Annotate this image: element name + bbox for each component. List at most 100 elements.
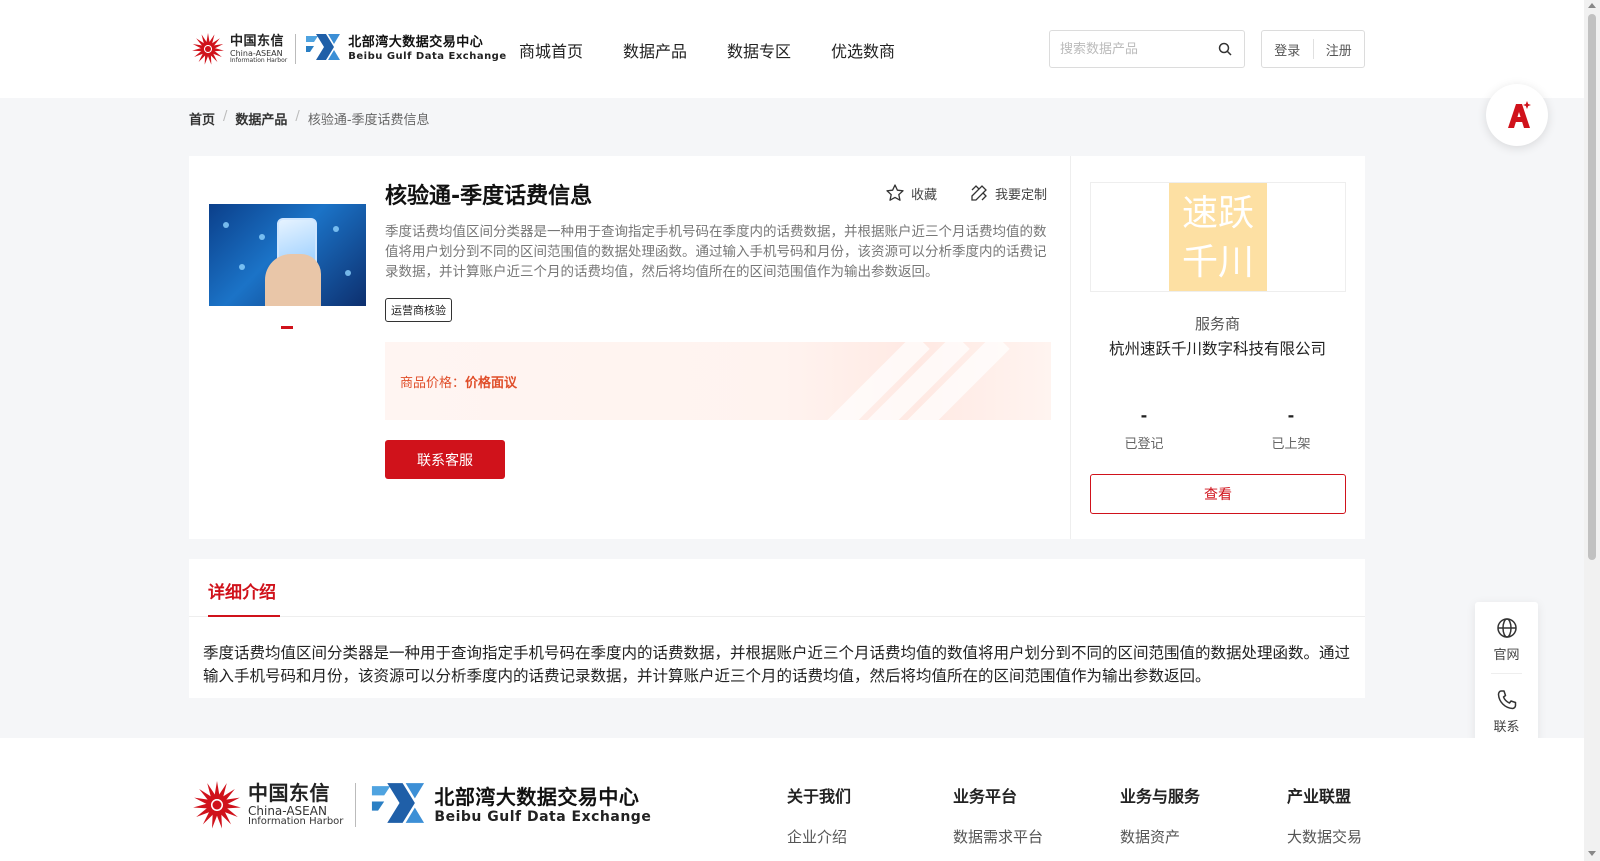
collect-button[interactable]: 收藏 [885, 183, 937, 203]
customize-button[interactable]: 我要定制 [969, 183, 1047, 203]
side-divider [1491, 673, 1522, 674]
product-tag: 运营商核验 [385, 298, 452, 322]
image-dot [333, 226, 339, 232]
beibu-gulf-logo-icon [304, 32, 342, 66]
search-input[interactable] [1050, 31, 1210, 67]
scroll-up-arrow-icon[interactable] [1588, 3, 1596, 8]
registered-value: - [1140, 406, 1148, 425]
star-icon [886, 184, 904, 201]
detail-tabbar: 详细介绍 [189, 559, 1365, 617]
footer-link[interactable]: 大数据交易 [1287, 826, 1362, 847]
image-dot [345, 270, 351, 276]
scrollbar-thumb[interactable] [1588, 14, 1596, 560]
product-description: 季度话费均值区间分类器是一种用于查询指定手机号码在季度内的话费数据，并根据账户近… [385, 224, 1047, 280]
footer-beibu-gulf-brand: 北部湾大数据交易中心 Beibu Gulf Data Exchange [434, 787, 651, 824]
footer-china-asean-brand: 中国东信 China-ASEAN Information Harbor [248, 783, 343, 827]
detail-text: 季度话费均值区间分类器是一种用于查询指定手机号码在季度内的话费数据，并根据账户近… [203, 644, 1351, 685]
detail-section: 详细介绍 季度话费均值区间分类器是一种用于查询指定手机号码在季度内的话费数据，并… [189, 559, 1365, 698]
tab-active-underline [208, 615, 280, 617]
breadcrumb-separator: / [295, 109, 300, 124]
brand2-cn: 北部湾大数据交易中心 [348, 35, 484, 50]
nav-preferred-merchants[interactable]: 优选数商 [831, 38, 895, 62]
brand2-en: Beibu Gulf Data Exchange [348, 51, 507, 62]
contact-label: 联系 [1493, 720, 1520, 735]
official-site-button[interactable]: 官网 [1475, 616, 1538, 663]
search-box [1049, 30, 1245, 68]
provider-logo-line1: 速跃 [1181, 193, 1254, 234]
china-asean-sun-logo-icon [190, 778, 244, 832]
customize-label: 我要定制 [995, 187, 1048, 203]
register-button[interactable]: 注册 [1314, 40, 1365, 59]
provider-logo-mark: 速跃 千川 [1169, 183, 1267, 291]
auth-group: 登录 注册 [1261, 30, 1365, 68]
product-title: 核验通-季度话费信息 [385, 184, 593, 209]
price-label: 商品价格： [400, 376, 466, 391]
customize-icon [971, 185, 987, 201]
carousel-indicator[interactable] [281, 326, 293, 329]
breadcrumb-home[interactable]: 首页 [189, 109, 215, 128]
search-icon[interactable] [1218, 42, 1232, 56]
footer-brand2-en: Beibu Gulf Data Exchange [434, 808, 652, 825]
site-footer: 中国东信 China-ASEAN Information Harbor 北部湾大… [0, 738, 1584, 861]
footer-col-about: 关于我们 企业介绍 [787, 783, 851, 847]
china-asean-sun-logo-icon [190, 31, 226, 67]
provider-logo-line2: 千川 [1181, 242, 1254, 283]
footer-col-alliance: 产业联盟 大数据交易 [1287, 783, 1362, 847]
footer-brand2-cn: 北部湾大数据交易中心 [434, 784, 640, 809]
footer-link[interactable]: 数据资产 [1120, 826, 1200, 847]
footer-col-services: 业务与服务 数据资产 [1120, 783, 1200, 847]
site-header: 中国东信 China-ASEAN Information Harbor 北部湾大… [0, 0, 1584, 98]
footer-link[interactable]: 企业介绍 [787, 826, 851, 847]
footer-col-heading: 业务与服务 [1120, 787, 1201, 806]
listed-label: 已上架 [1271, 437, 1311, 452]
beibu-gulf-logo-icon [368, 780, 428, 830]
provider-logo: 速跃 千川 [1090, 182, 1346, 292]
tab-detail-intro[interactable]: 详细介绍 [208, 578, 276, 603]
official-site-label: 官网 [1493, 648, 1520, 663]
image-dot [259, 234, 265, 240]
globe-icon [1496, 618, 1517, 638]
ai-assistant-button[interactable] [1486, 84, 1548, 146]
collect-label: 收藏 [911, 187, 938, 203]
footer-col-heading: 产业联盟 [1287, 787, 1352, 806]
nav-data-zone[interactable]: 数据专区 [727, 38, 791, 62]
footer-logo: 中国东信 China-ASEAN Information Harbor 北部湾大… [190, 776, 651, 834]
nav-data-products[interactable]: 数据产品 [623, 38, 687, 62]
ai-assistant-icon [1508, 101, 1531, 128]
footer-link[interactable]: 数据需求平台 [953, 826, 1043, 847]
beibu-gulf-brand: 北部湾大数据交易中心 Beibu Gulf Data Exchange [348, 36, 506, 62]
price-text: 商品价格：价格面议 [400, 372, 517, 391]
price-box: 商品价格：价格面议 [385, 342, 1051, 420]
brand1-cn: 中国东信 [230, 33, 285, 49]
breadcrumb-separator: / [223, 109, 228, 124]
provider-type-label: 服务商 [1194, 315, 1240, 333]
phone-icon [1497, 690, 1516, 710]
listed-value: - [1287, 406, 1295, 425]
footer-brand1-en2: Information Harbor [248, 816, 344, 827]
contact-button[interactable]: 联系 [1475, 688, 1538, 735]
footer-col-heading: 关于我们 [787, 787, 852, 806]
main-nav: 商城首页 数据产品 数据专区 优选数商 [519, 38, 895, 62]
nav-mall-home[interactable]: 商城首页 [519, 38, 583, 62]
breadcrumb-current: 核验通-季度话费信息 [307, 113, 430, 128]
page-scrollbar[interactable] [1584, 0, 1600, 861]
scroll-down-arrow-icon[interactable] [1588, 851, 1596, 856]
breadcrumb: 首页 / 数据产品 / 核验通-季度话费信息 [189, 109, 430, 128]
registered-label: 已登记 [1124, 437, 1164, 452]
product-image[interactable] [209, 204, 366, 306]
side-float-panel: 官网 联系 [1475, 602, 1538, 744]
logo-divider [295, 34, 297, 64]
china-asean-brand: 中国东信 China-ASEAN Information Harbor [230, 35, 287, 64]
site-logo[interactable]: 中国东信 China-ASEAN Information Harbor 北部湾大… [190, 30, 507, 68]
listed-stat: - 已上架 [1241, 406, 1341, 452]
registered-stat: - 已登记 [1094, 406, 1194, 452]
breadcrumb-data-products[interactable]: 数据产品 [235, 109, 287, 128]
footer-col-heading: 业务平台 [953, 787, 1018, 806]
footer-col-platform: 业务平台 数据需求平台 [953, 783, 1043, 847]
contact-service-button[interactable]: 联系客服 [385, 440, 505, 479]
login-button[interactable]: 登录 [1262, 40, 1313, 59]
image-dot [223, 222, 229, 228]
image-dot [239, 264, 245, 270]
view-provider-button[interactable]: 查看 [1090, 474, 1346, 514]
provider-name: 杭州速跃千川数字科技有限公司 [1108, 340, 1326, 358]
